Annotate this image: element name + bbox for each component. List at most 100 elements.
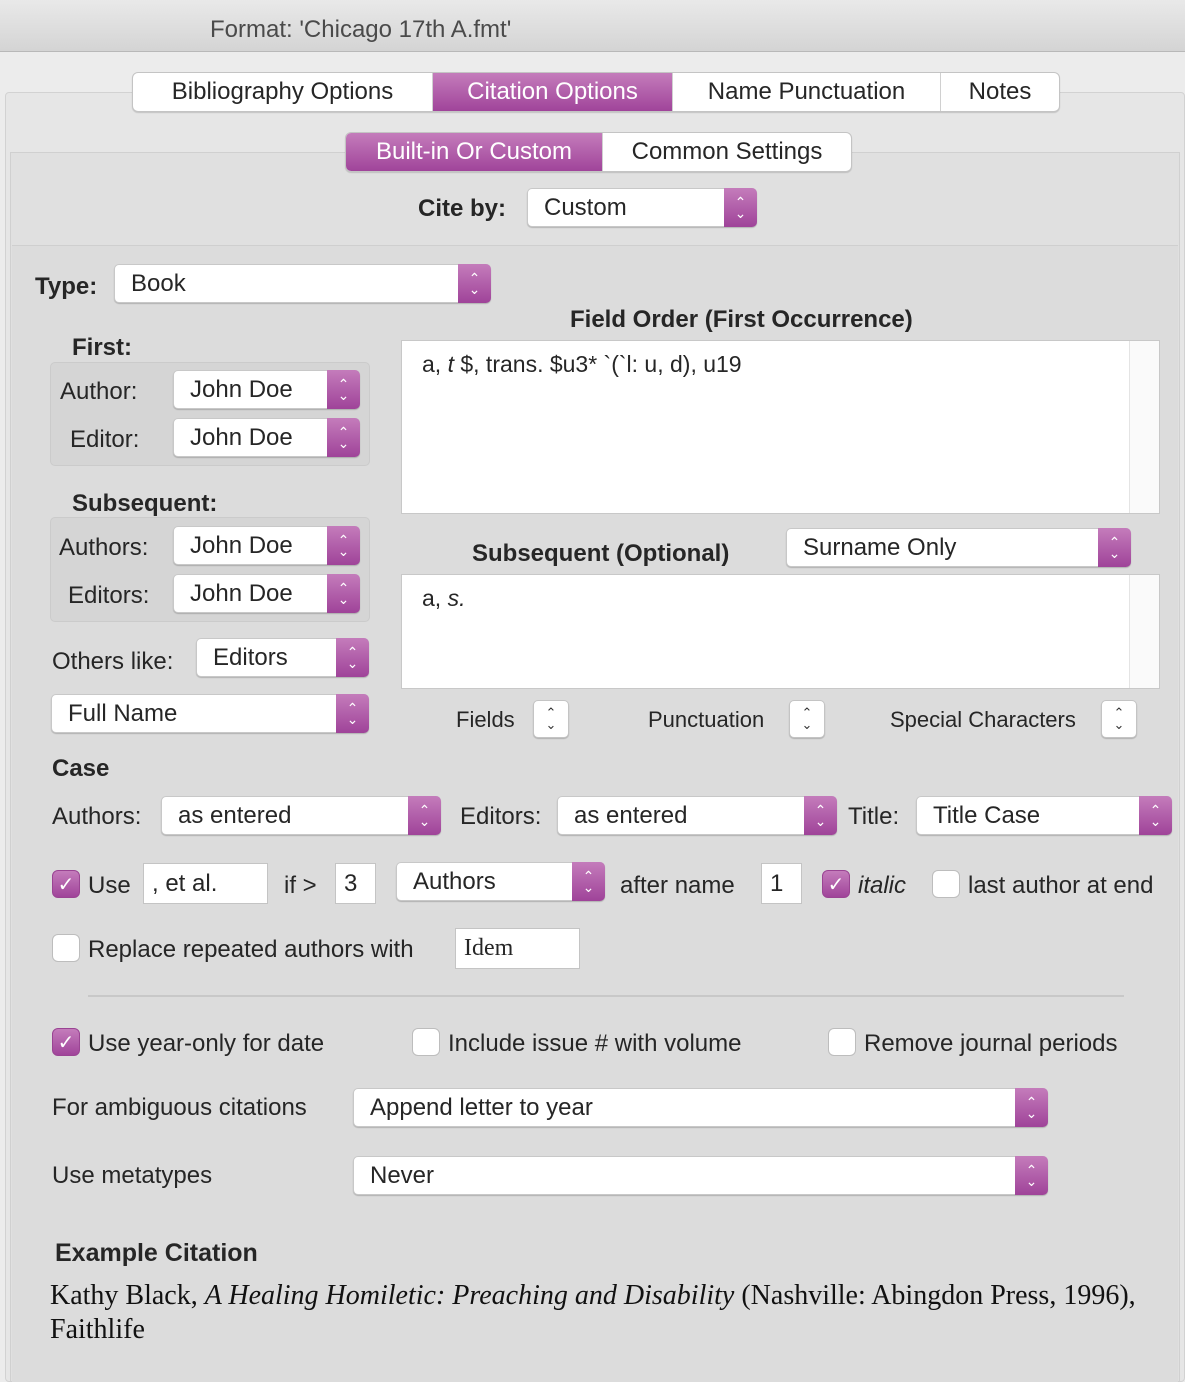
etal-who-popup[interactable]: Authors ⌃ ⌄: [396, 862, 605, 901]
divider: [88, 995, 1124, 997]
subsequent-editors-label: Editors:: [68, 582, 150, 609]
example-citation: Kathy Black, A Healing Homiletic: Preach…: [50, 1279, 1170, 1347]
stepper-arrows-icon: ⌃ ⌄: [1098, 528, 1131, 567]
others-like-label: Others like:: [52, 648, 174, 675]
etal-threshold-input[interactable]: 3: [335, 863, 376, 904]
stepper-arrows-icon: ⌃ ⌄: [1139, 796, 1172, 835]
first-editor-popup[interactable]: John Doe ⌃ ⌄: [173, 418, 360, 457]
popup-value: John Doe: [190, 579, 293, 607]
use-etal-checkbox[interactable]: ✓: [52, 870, 80, 898]
name-form-popup[interactable]: Full Name ⌃ ⌄: [51, 694, 369, 733]
remove-periods-checkbox[interactable]: [828, 1028, 856, 1056]
scrollbar[interactable]: [1129, 575, 1159, 688]
replace-repeated-checkbox[interactable]: [52, 934, 80, 962]
tab-name-punctuation[interactable]: Name Punctuation: [673, 73, 941, 111]
checkmark-icon: ✓: [827, 873, 845, 896]
year-only-label: Use year-only for date: [88, 1030, 325, 1057]
tab-common-settings[interactable]: Common Settings: [603, 133, 851, 171]
ambiguous-label: For ambiguous citations: [52, 1094, 307, 1121]
cite-by-value: Custom: [544, 193, 627, 221]
sub-tabs: Built-in Or Custom Common Settings: [345, 132, 852, 172]
field-order-heading: Field Order (First Occurrence): [570, 306, 913, 333]
tab-citation-options[interactable]: Citation Options: [433, 73, 673, 111]
if-greater-label: if >: [284, 872, 317, 899]
type-label: Type:: [35, 273, 98, 300]
popup-value: Full Name: [68, 699, 178, 727]
italic-checkbox[interactable]: ✓: [822, 870, 850, 898]
subsequent-heading: Subsequent:: [72, 490, 218, 517]
case-authors-label: Authors:: [52, 803, 142, 830]
case-authors-popup[interactable]: as entered ⌃ ⌄: [161, 796, 441, 835]
cite-by-popup[interactable]: Custom ⌃ ⌄: [527, 188, 757, 227]
tab-notes[interactable]: Notes: [941, 73, 1059, 111]
punctuation-menu-button[interactable]: ⌃ ⌄: [789, 700, 825, 738]
include-issue-label: Include issue # with volume: [448, 1030, 742, 1057]
example-heading: Example Citation: [55, 1239, 258, 1267]
include-issue-checkbox[interactable]: [412, 1028, 440, 1056]
citation-author: Kathy Black,: [50, 1280, 205, 1311]
stepper-arrows-icon: ⌃ ⌄: [336, 694, 369, 733]
italic-label: italic: [858, 872, 907, 899]
subsequent-textarea[interactable]: a, s.: [401, 574, 1160, 689]
case-heading: Case: [52, 755, 110, 782]
popup-value: Editors: [213, 643, 288, 671]
fields-menu-button[interactable]: ⌃ ⌄: [533, 700, 569, 738]
last-author-checkbox[interactable]: [932, 870, 960, 898]
subsequent-authors-label: Authors:: [59, 534, 149, 561]
scrollbar[interactable]: [1129, 341, 1159, 513]
metatypes-label: Use metatypes: [52, 1162, 213, 1189]
main-tabs: Bibliography Options Citation Options Na…: [132, 72, 1060, 112]
stepper-arrows-icon: ⌃ ⌄: [327, 370, 360, 409]
popup-value: John Doe: [190, 375, 293, 403]
citation-title: A Healing Homiletic: Preaching and Disab…: [204, 1280, 735, 1311]
others-like-popup[interactable]: Editors ⌃ ⌄: [196, 638, 369, 677]
stepper-arrows-icon: ⌃ ⌄: [804, 796, 837, 835]
text: a,: [422, 351, 448, 377]
stepper-arrows-icon: ⌃ ⌄: [1015, 1156, 1048, 1195]
stepper-arrows-icon: ⌃ ⌄: [327, 574, 360, 613]
fields-label: Fields: [456, 707, 515, 732]
subsequent-mode-popup[interactable]: Surname Only ⌃ ⌄: [786, 528, 1131, 567]
popup-value: as entered: [574, 801, 688, 829]
popup-value: John Doe: [190, 531, 293, 559]
field-order-textarea[interactable]: a, t $, trans. $u3* `(`l: u, d), u19: [401, 340, 1160, 514]
popup-value: Append letter to year: [370, 1093, 593, 1121]
replace-repeated-input[interactable]: Idem: [455, 928, 580, 969]
stepper-arrows-icon: ⌃ ⌄: [724, 188, 757, 227]
tab-built-in-or-custom[interactable]: Built-in Or Custom: [346, 133, 603, 171]
subsequent-editors-popup[interactable]: John Doe ⌃ ⌄: [173, 574, 360, 613]
year-only-checkbox[interactable]: ✓: [52, 1028, 80, 1056]
checkmark-icon: ✓: [57, 1031, 75, 1054]
input-value: Idem: [464, 935, 514, 961]
citation-rest: (Nashville: Abingdon Press, 1996),: [734, 1280, 1136, 1311]
replace-repeated-label: Replace repeated authors with: [88, 936, 414, 963]
case-title-popup[interactable]: Title Case ⌃ ⌄: [916, 796, 1172, 835]
remove-periods-label: Remove journal periods: [864, 1030, 1118, 1057]
citation-line2: Faithlife: [50, 1314, 145, 1345]
stepper-arrows-icon: ⌃ ⌄: [327, 526, 360, 565]
first-editor-label: Editor:: [70, 426, 140, 453]
first-author-popup[interactable]: John Doe ⌃ ⌄: [173, 370, 360, 409]
metatypes-popup[interactable]: Never ⌃ ⌄: [353, 1156, 1048, 1195]
etal-text-input[interactable]: , et al.: [143, 863, 268, 904]
subsequent-authors-popup[interactable]: John Doe ⌃ ⌄: [173, 526, 360, 565]
popup-value: Never: [370, 1161, 435, 1189]
stepper-arrows-icon: ⌃ ⌄: [327, 418, 360, 457]
input-value: 1: [770, 869, 784, 897]
case-editors-label: Editors:: [460, 803, 542, 830]
type-popup[interactable]: Book ⌃ ⌄: [114, 264, 491, 303]
stepper-arrows-icon: ⌃ ⌄: [572, 862, 605, 901]
popup-value: as entered: [178, 801, 292, 829]
special-characters-menu-button[interactable]: ⌃ ⌄: [1101, 700, 1137, 738]
ambiguous-popup[interactable]: Append letter to year ⌃ ⌄: [353, 1088, 1048, 1127]
popup-value: Surname Only: [803, 533, 957, 561]
tab-bibliography-options[interactable]: Bibliography Options: [133, 73, 433, 111]
case-editors-popup[interactable]: as entered ⌃ ⌄: [557, 796, 837, 835]
last-author-label: last author at end: [968, 872, 1154, 899]
after-name-input[interactable]: 1: [761, 863, 802, 904]
checkmark-icon: ✓: [57, 873, 75, 896]
punctuation-label: Punctuation: [648, 707, 765, 732]
popup-value: Title Case: [933, 801, 1041, 829]
cite-by-label: Cite by:: [418, 195, 507, 222]
input-value: 3: [344, 869, 358, 897]
